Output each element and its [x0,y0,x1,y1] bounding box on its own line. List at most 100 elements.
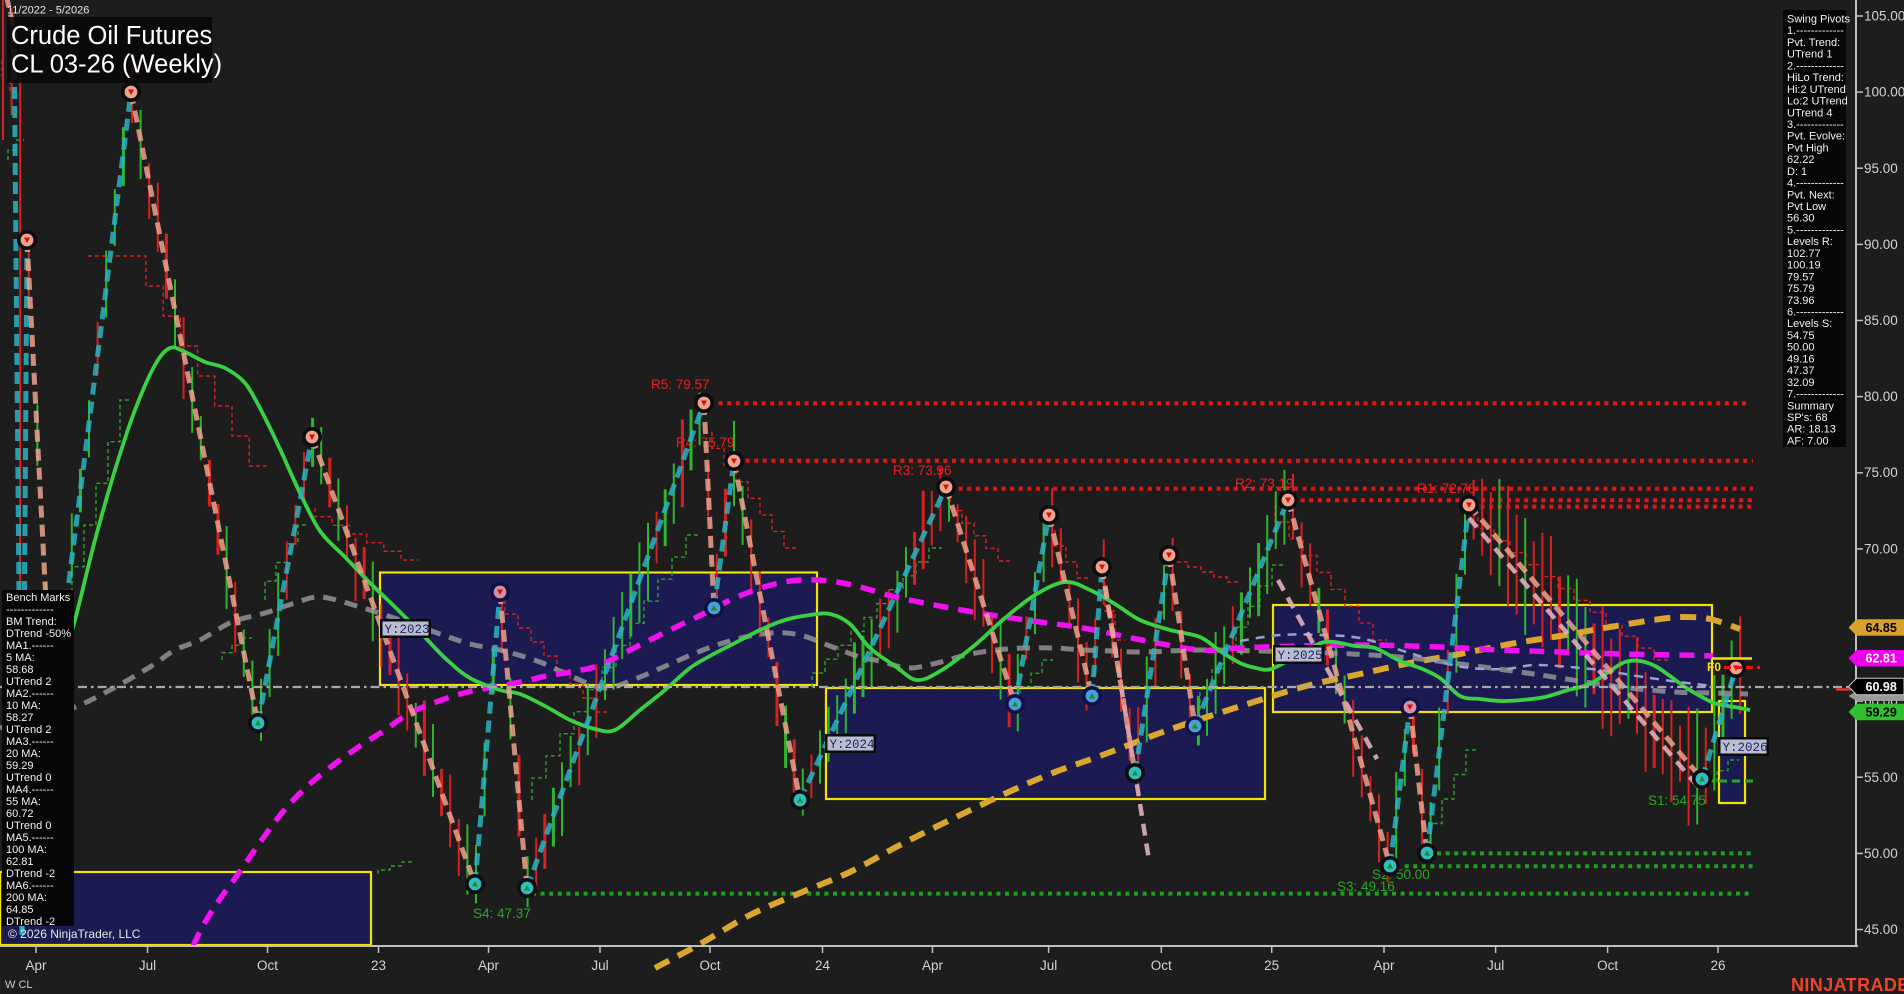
svg-text:10 MA:: 10 MA: [6,700,41,712]
svg-text:100 MA:: 100 MA: [6,844,47,856]
svg-text:UTrend 4: UTrend 4 [1787,107,1832,119]
svg-text:79.57: 79.57 [1787,271,1815,283]
svg-text:Y:2026: Y:2026 [1723,741,1768,755]
svg-text:Oct: Oct [699,958,720,973]
svg-text:Pvt High: Pvt High [1787,142,1829,154]
svg-text:60.98: 60.98 [1866,680,1897,694]
svg-text:62.81: 62.81 [6,856,34,868]
svg-text:100.19: 100.19 [1787,260,1821,272]
svg-text:56.30: 56.30 [1787,213,1815,225]
svg-text:Lo:2 UTrend: Lo:2 UTrend [1787,96,1848,108]
svg-text:45.00: 45.00 [1864,922,1898,937]
svg-text:50.00: 50.00 [1787,342,1815,354]
svg-text:90.00: 90.00 [1864,237,1898,252]
svg-text:AF: 7.00: AF: 7.00 [1787,435,1829,447]
svg-text:Pvt. Next:: Pvt. Next: [1787,189,1835,201]
svg-text:UTrend 2: UTrend 2 [6,676,51,688]
svg-text:59.29: 59.29 [1866,706,1897,720]
svg-text:54.75: 54.75 [1787,330,1815,342]
svg-text:Y:2023: Y:2023 [385,623,430,637]
svg-text:25: 25 [1264,958,1279,973]
svg-text:W CL: W CL [5,979,33,991]
svg-text:85.00: 85.00 [1864,313,1898,328]
svg-text:AR: 18.13: AR: 18.13 [1787,424,1836,436]
svg-text:3.-------------: 3.------------- [1787,119,1844,131]
svg-text:Apr: Apr [478,958,500,973]
svg-text:MA4.------: MA4.------ [6,784,54,796]
svg-text:Oct: Oct [1597,958,1618,973]
svg-text:HiLo Trend:: HiLo Trend: [1787,72,1844,84]
svg-text:200 MA:: 200 MA: [6,892,47,904]
svg-text:MA3.------: MA3.------ [6,736,54,748]
svg-text:R3: 73.96: R3: 73.96 [893,463,952,478]
svg-text:Y:2025: Y:2025 [1278,649,1323,663]
svg-text:1.-------------: 1.------------- [1787,25,1844,37]
svg-text:105.00: 105.00 [1864,9,1904,24]
svg-text:20 MA:: 20 MA: [6,748,41,760]
svg-text:CL 03-26 (Weekly): CL 03-26 (Weekly) [11,51,222,79]
svg-text:80.00: 80.00 [1864,389,1898,404]
svg-text:UTrend 1: UTrend 1 [1787,49,1832,61]
svg-text:Pvt. Evolve:: Pvt. Evolve: [1787,131,1845,143]
svg-text:5 MA:: 5 MA: [6,652,35,664]
svg-text:Y:2024: Y:2024 [830,738,875,752]
svg-text:UTrend 0: UTrend 0 [6,772,51,784]
svg-text:MA2.------: MA2.------ [6,688,54,700]
svg-text:MA6.------: MA6.------ [6,880,54,892]
svg-text:11/2022 - 5/2026: 11/2022 - 5/2026 [7,5,89,17]
svg-text:62.81: 62.81 [1866,652,1897,666]
svg-text:UTrend 0: UTrend 0 [6,820,51,832]
svg-text:Apr: Apr [922,958,944,973]
svg-text:Oct: Oct [1151,958,1172,973]
svg-text:Summary: Summary [1787,400,1835,412]
svg-text:© 2026 NinjaTrader, LLC: © 2026 NinjaTrader, LLC [8,927,141,941]
svg-text:73.96: 73.96 [1787,295,1815,307]
svg-text:58.68: 58.68 [6,664,34,676]
svg-text:D: 1: D: 1 [1787,166,1807,178]
svg-text:55.00: 55.00 [1864,770,1898,785]
svg-text:Jul: Jul [591,958,608,973]
svg-text:R1: 72.78: R1: 72.78 [1417,481,1476,496]
svg-text:95.00: 95.00 [1864,161,1898,176]
svg-text:5.-------------: 5.------------- [1787,225,1844,237]
svg-text:58.27: 58.27 [6,712,34,724]
svg-text:Oct: Oct [257,958,278,973]
svg-text:23: 23 [371,958,386,973]
svg-text:Crude Oil Futures: Crude Oil Futures [11,22,212,50]
svg-text:DTrend -50%: DTrend -50% [6,628,71,640]
svg-text:Swing Pivots: Swing Pivots [1787,14,1850,26]
svg-text:6.-------------: 6.------------- [1787,307,1844,319]
svg-text:75.79: 75.79 [1787,283,1815,295]
svg-text:49.16: 49.16 [1787,353,1815,365]
svg-text:2.-------------: 2.------------- [1787,60,1844,72]
svg-text:MA5.------: MA5.------ [6,832,54,844]
svg-text:DTrend -2: DTrend -2 [6,868,55,880]
svg-text:Jul: Jul [139,958,156,973]
svg-text:Levels S:: Levels S: [1787,318,1832,330]
svg-text:Bench Marks: Bench Marks [6,592,71,604]
svg-text:Pvt. Trend:: Pvt. Trend: [1787,37,1840,49]
svg-text:Pvt Low: Pvt Low [1787,201,1826,213]
svg-text:100.00: 100.00 [1864,85,1904,100]
svg-text:Apr: Apr [1373,958,1395,973]
svg-text:62.22: 62.22 [1787,154,1815,166]
svg-text:Levels R:: Levels R: [1787,236,1833,248]
svg-text:Apr: Apr [25,958,47,973]
svg-text:4.-------------: 4.------------- [1787,178,1844,190]
svg-text:75.00: 75.00 [1864,465,1898,480]
svg-text:60.72: 60.72 [6,808,34,820]
svg-text:47.37: 47.37 [1787,365,1815,377]
svg-text:55 MA:: 55 MA: [6,796,41,808]
svg-text:NINJATRADER: NINJATRADER [1791,975,1904,994]
svg-text:50.00: 50.00 [1864,846,1898,861]
svg-text:BM Trend:: BM Trend: [6,616,57,628]
svg-text:UTrend 2: UTrend 2 [6,724,51,736]
svg-text:24: 24 [815,958,831,973]
svg-text:MA1.------: MA1.------ [6,640,54,652]
svg-text:SP's: 68: SP's: 68 [1787,412,1828,424]
svg-text:70.00: 70.00 [1864,541,1898,556]
svg-text:S4: 47.37: S4: 47.37 [473,906,531,921]
svg-text:64.85: 64.85 [1866,621,1897,635]
svg-text:102.77: 102.77 [1787,248,1821,260]
svg-text:Jul: Jul [1040,958,1057,973]
